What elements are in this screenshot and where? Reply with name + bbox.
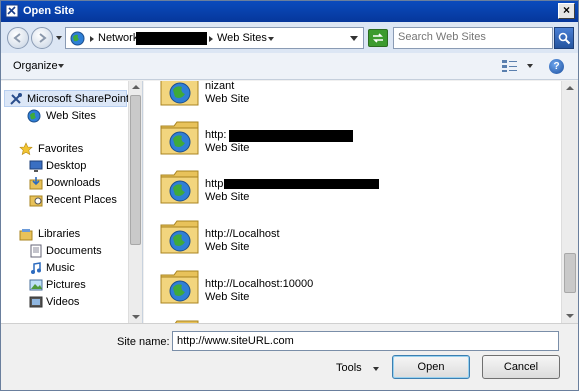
search-input[interactable] (398, 31, 548, 43)
back-button[interactable] (7, 27, 29, 49)
redacted-region (229, 130, 353, 142)
recent-places-icon (29, 195, 43, 207)
nav-item-favorites[interactable]: Favorites (1, 141, 127, 158)
web-site-folder-icon (160, 121, 199, 155)
help-icon[interactable]: ? (549, 59, 564, 74)
search-box[interactable] (393, 27, 553, 49)
redacted-region (224, 179, 379, 189)
site-name-field[interactable] (172, 331, 559, 351)
list-item[interactable]: http: Web Site (160, 118, 540, 164)
organize-menu[interactable]: Organize (13, 60, 58, 72)
tools-menu[interactable]: Tools (336, 362, 362, 374)
search-button[interactable] (554, 27, 574, 49)
address-dropdown-arrow[interactable] (350, 36, 358, 41)
star-icon (19, 142, 33, 156)
nav-item-libraries[interactable]: Libraries (1, 226, 127, 243)
globe-icon (27, 109, 41, 123)
close-icon: × (562, 3, 570, 17)
site-type: Web Site (205, 191, 250, 203)
recent-pages-dropdown[interactable] (56, 36, 62, 40)
documents-icon (30, 244, 42, 258)
site-name: http://Localhost:10000 (205, 278, 314, 290)
redacted-region (136, 32, 207, 45)
music-icon (31, 262, 41, 274)
window-title: Open Site (23, 5, 75, 17)
scroll-down-arrow-icon[interactable] (132, 315, 140, 319)
site-type: Web Site (205, 93, 250, 105)
globe-icon (70, 31, 85, 46)
navigation-bar: Network Web Sites (1, 22, 578, 53)
views-dropdown-arrow[interactable] (527, 64, 533, 68)
open-site-dialog: Open Site × Network Web Sites Search Web… (0, 0, 579, 391)
search-icon (558, 32, 571, 45)
nav-item-documents[interactable]: Documents (1, 243, 127, 260)
chevron-down-icon[interactable] (268, 37, 274, 41)
site-type: Web Site (205, 291, 250, 303)
list-item[interactable]: http://Localhost Web Site (160, 217, 540, 263)
downloads-icon (29, 177, 43, 190)
web-sites-list: nizant Web Site http: Web Site http Web … (144, 81, 561, 323)
videos-icon (29, 296, 43, 308)
breadcrumb-web-sites[interactable]: Web Sites (217, 32, 267, 44)
list-item[interactable]: http Web Site (160, 167, 540, 213)
scroll-up-arrow-icon[interactable] (132, 85, 140, 89)
libraries-icon (19, 229, 33, 241)
scrollbar-thumb[interactable] (564, 253, 576, 293)
views-icon[interactable] (501, 59, 519, 73)
sharepoint-tools-icon (10, 93, 22, 105)
sharepoint-designer-icon (5, 4, 19, 18)
nav-item-recent-places[interactable]: Recent Places (1, 192, 127, 209)
navigation-pane-scrollbar[interactable] (128, 81, 142, 323)
list-item[interactable]: http://Localhost:10000 Web Site (160, 267, 540, 313)
nav-item-pictures[interactable]: Pictures (1, 277, 127, 294)
forward-button[interactable] (31, 27, 53, 49)
desktop-icon (29, 160, 43, 172)
site-name: http (205, 178, 224, 190)
scroll-down-arrow-icon[interactable] (566, 314, 574, 318)
site-name: nizant (205, 81, 235, 92)
nav-item-microsoft-sharepoint[interactable]: Microsoft SharePoint (4, 90, 129, 107)
nav-item-videos[interactable]: Videos (1, 294, 127, 311)
back-arrow-icon (13, 33, 21, 43)
nav-item-music[interactable]: Music (1, 260, 127, 277)
breadcrumb-separator[interactable] (209, 36, 213, 42)
site-type: Web Site (205, 241, 250, 253)
content-scrollbar[interactable] (561, 81, 578, 323)
site-name: http://Localhost (205, 228, 280, 240)
web-site-folder-icon (160, 170, 199, 204)
site-name: http: (205, 129, 227, 141)
list-item[interactable]: nizant Web Site (160, 81, 540, 115)
web-site-folder-icon (160, 270, 199, 304)
scrollbar-thumb[interactable] (130, 95, 141, 245)
cancel-button[interactable]: Cancel (482, 355, 560, 379)
refresh-button[interactable] (368, 29, 388, 47)
scroll-up-arrow-icon[interactable] (566, 86, 574, 90)
dialog-footer: Site name: Tools Open Cancel (1, 323, 578, 390)
nav-item-desktop[interactable]: Desktop (1, 158, 127, 175)
nav-item-web-sites[interactable]: Web Sites (11, 108, 137, 125)
command-toolbar: Organize ? (1, 53, 578, 80)
title-bar: Open Site × (1, 1, 578, 22)
close-button[interactable]: × (558, 3, 575, 19)
breadcrumb-network[interactable]: Network (98, 32, 138, 44)
chevron-down-icon[interactable] (373, 367, 379, 371)
refresh-icon (373, 33, 383, 43)
web-site-folder-icon (160, 81, 199, 106)
site-name-label: Site name: (117, 336, 170, 348)
address-bar[interactable]: Network Web Sites (65, 27, 364, 49)
navigation-pane: Microsoft SharePoint Web Sites Favorites… (1, 81, 143, 323)
pictures-icon (29, 279, 43, 291)
open-button[interactable]: Open (392, 355, 470, 379)
forward-arrow-icon (39, 33, 47, 43)
breadcrumb-separator[interactable] (90, 36, 94, 42)
site-type: Web Site (205, 142, 250, 154)
web-site-folder-icon (160, 220, 199, 254)
chevron-down-icon[interactable] (58, 64, 64, 68)
nav-item-downloads[interactable]: Downloads (1, 175, 127, 192)
